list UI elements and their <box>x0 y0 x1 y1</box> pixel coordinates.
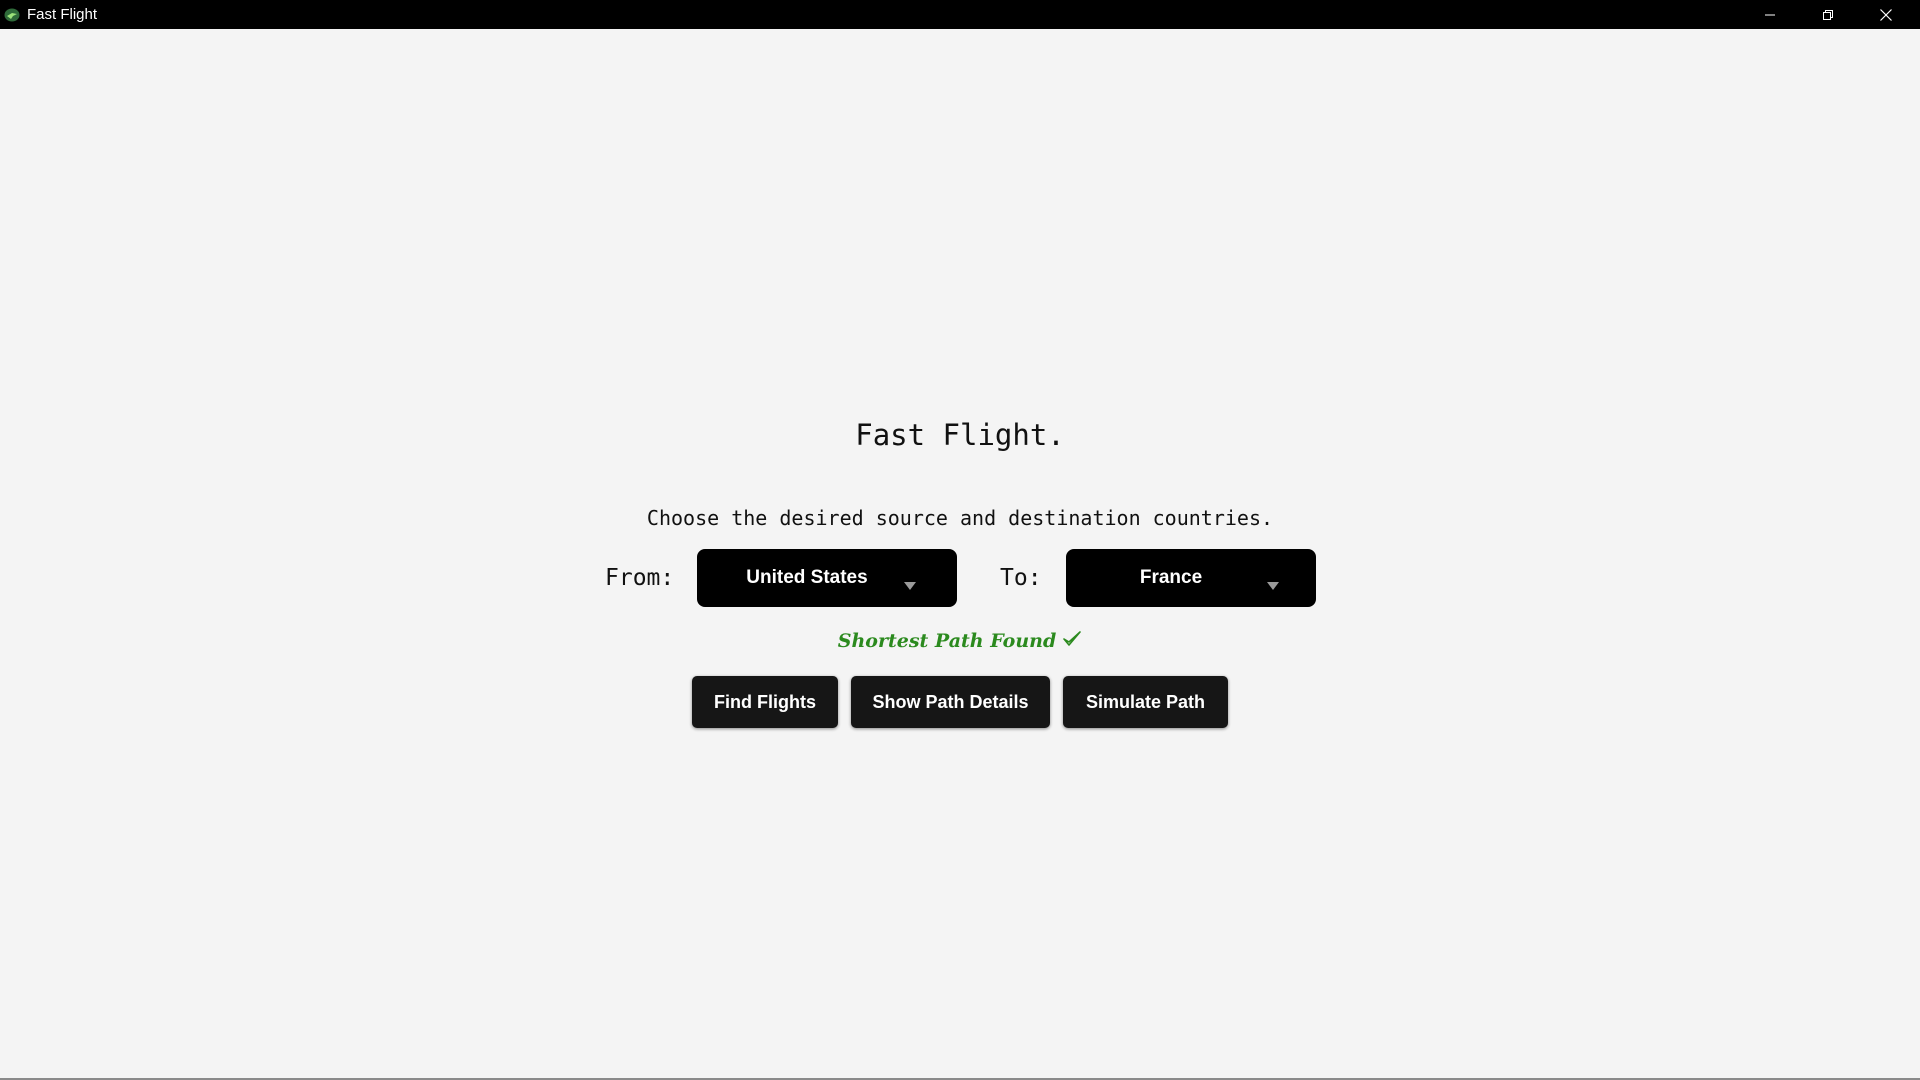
restore-icon <box>1822 9 1834 21</box>
simulate-path-button[interactable]: Simulate Path <box>1063 676 1228 728</box>
source-country-dropdown[interactable]: United States <box>697 549 957 607</box>
from-label: From: <box>605 565 675 591</box>
chevron-down-icon <box>1267 574 1279 596</box>
checkmark-icon <box>1062 627 1082 657</box>
to-label: To: <box>1000 565 1042 591</box>
instructions-text: Choose the desired source and destinatio… <box>646 506 1274 530</box>
chevron-down-icon <box>904 574 916 596</box>
page-title: Fast Flight. <box>855 418 1065 452</box>
show-path-details-button[interactable]: Show Path Details <box>851 676 1050 728</box>
app-logo-icon <box>4 7 20 22</box>
close-button[interactable] <box>1857 0 1915 29</box>
close-icon <box>1879 8 1893 22</box>
destination-country-value: France <box>1139 567 1203 588</box>
restore-button[interactable] <box>1799 0 1857 29</box>
window-title: Fast Flight <box>27 6 98 23</box>
minimize-icon <box>1764 9 1776 21</box>
status-text: Shortest Path Found <box>837 630 1057 652</box>
find-flights-button[interactable]: Find Flights <box>692 676 838 728</box>
source-country-value: United States <box>746 567 868 588</box>
title-bar: Fast Flight <box>0 0 1920 29</box>
status-message: Shortest Path Found <box>0 626 1920 657</box>
destination-country-dropdown[interactable]: France <box>1066 549 1316 607</box>
minimize-button[interactable] <box>1741 0 1799 29</box>
